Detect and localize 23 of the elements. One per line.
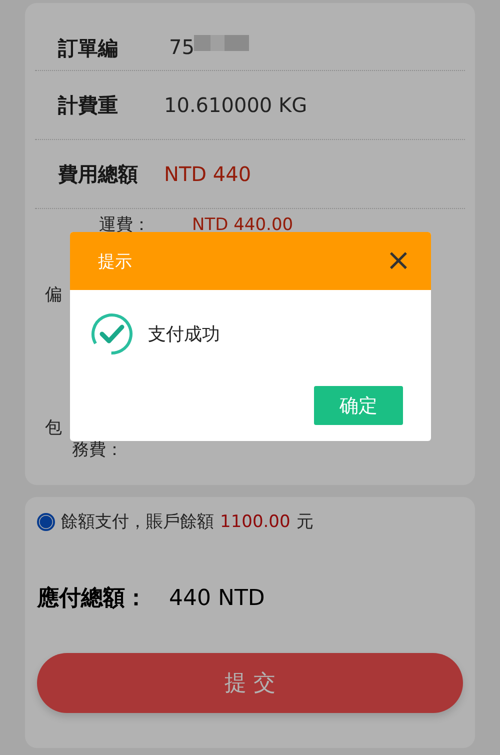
total-value: 440 NTD xyxy=(169,586,265,610)
field-value: NTD 440 xyxy=(164,162,252,186)
close-button[interactable]: × xyxy=(386,246,411,276)
field-label: 訂單編 xyxy=(56,35,119,62)
payment-option-label: 餘額支付，賬戶餘額 xyxy=(61,511,214,533)
field-label: 計費重 xyxy=(56,92,119,118)
charge-label: 運費： xyxy=(98,215,150,235)
charge-label: 偏 xyxy=(45,285,63,305)
field-value: 10.610000 KG xyxy=(164,93,308,117)
total-label: 應付總額： xyxy=(37,585,147,613)
balance-amount: 1100.00 xyxy=(220,512,290,532)
currency-unit: 元 xyxy=(296,511,314,533)
submit-button[interactable]: 提 交 xyxy=(37,653,463,713)
dialog-message: 支付成功 xyxy=(148,323,220,346)
radio-button[interactable] xyxy=(37,512,55,530)
charge-label: 包 xyxy=(45,418,63,438)
dialog-title: 提示 xyxy=(98,250,132,272)
field-value: 75 xyxy=(169,35,194,59)
field-label: 費用總額 xyxy=(56,160,139,188)
confirm-button[interactable]: 确定 xyxy=(314,386,403,425)
success-check-icon xyxy=(90,312,134,356)
charge-label: 務費： xyxy=(71,440,124,460)
charge-value: NTD 440.00 xyxy=(192,215,294,235)
